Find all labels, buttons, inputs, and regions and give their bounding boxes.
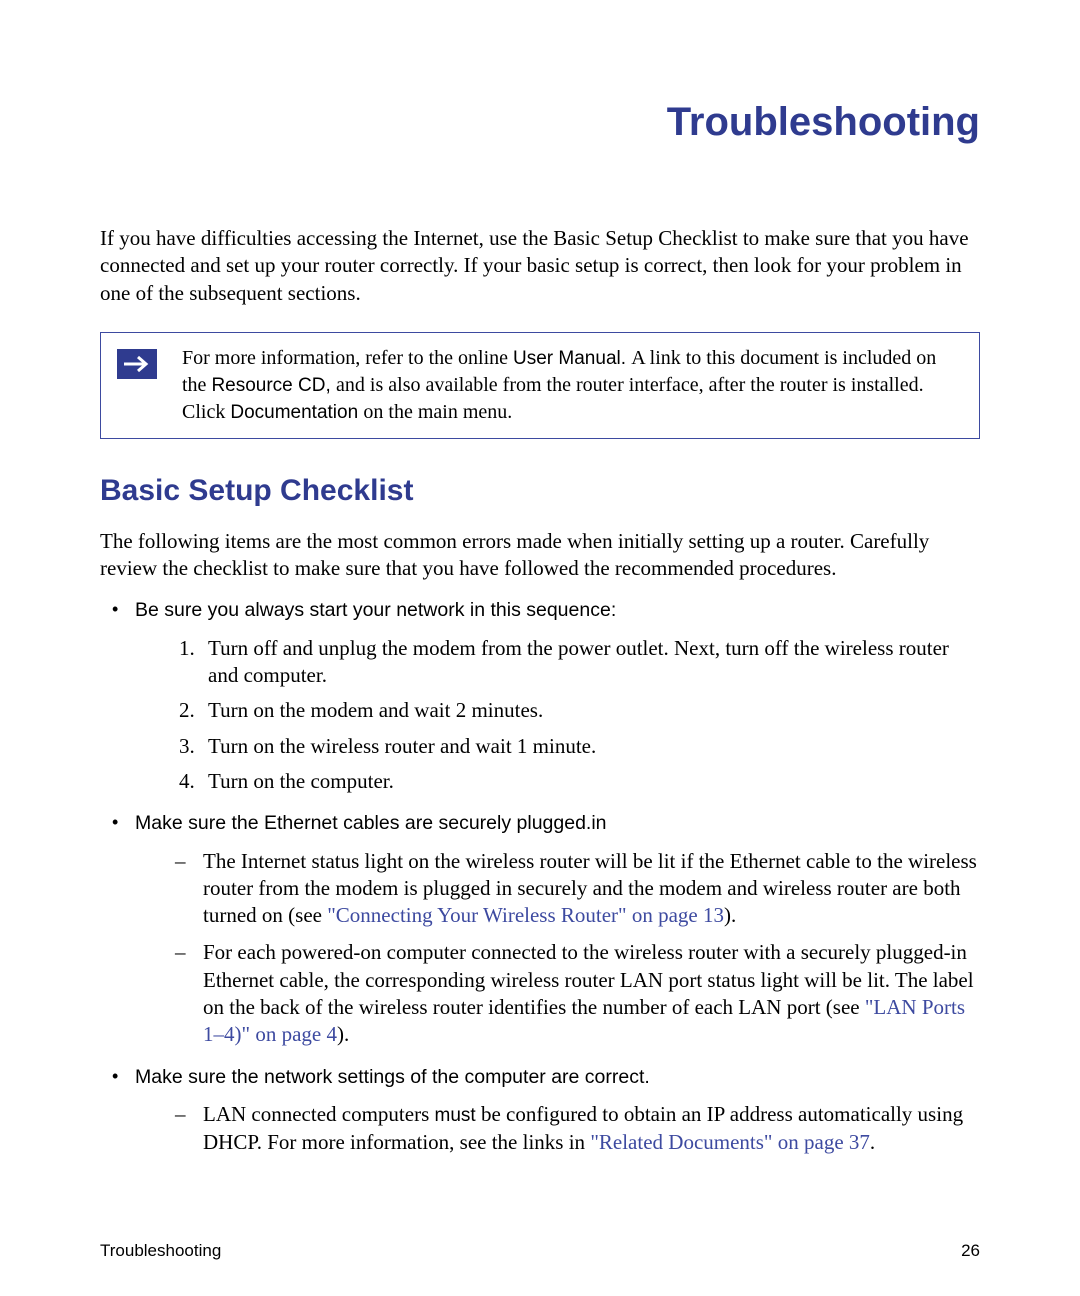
step-item: Turn on the wireless router and wait 1 m… <box>200 733 980 760</box>
step-item: Turn on the computer. <box>200 768 980 795</box>
sub-item: The Internet status light on the wireles… <box>175 848 980 930</box>
callout-text: For more information, refer to the onlin… <box>182 345 963 426</box>
bullet-text: Be sure you always start your network in… <box>135 599 616 621</box>
bullet-text: Make sure the Ethernet cables are secure… <box>135 812 607 834</box>
sub-list: LAN connected computers must be configur… <box>135 1101 980 1156</box>
text-segment: ). <box>724 903 736 927</box>
sub-item: LAN connected computers must be configur… <box>175 1101 980 1156</box>
cross-reference-link[interactable]: "Connecting Your Wireless Router" on pag… <box>327 903 724 927</box>
document-page: Troubleshooting If you have difficulties… <box>0 0 1080 1296</box>
footer-page-number: 26 <box>961 1241 980 1261</box>
section-heading: Basic Setup Checklist <box>100 474 980 508</box>
checklist: Be sure you always start your network in… <box>100 597 980 1155</box>
step-item: Turn off and unplug the modem from the p… <box>200 635 980 690</box>
documentation-label: Documentation <box>230 402 363 423</box>
info-callout: For more information, refer to the onlin… <box>100 332 980 439</box>
bullet-text: Make sure the network settings of the co… <box>135 1066 650 1088</box>
text-segment: . <box>870 1130 875 1154</box>
emphasis-must: must <box>435 1105 481 1126</box>
checklist-item: Be sure you always start your network in… <box>100 597 980 795</box>
callout-segment: on the main menu. <box>363 401 512 423</box>
sub-item: For each powered-on computer connected t… <box>175 939 980 1048</box>
step-item: Turn on the modem and wait 2 minutes. <box>200 697 980 724</box>
sub-list: The Internet status light on the wireles… <box>135 848 980 1049</box>
section-intro: The following items are the most common … <box>100 528 980 583</box>
callout-segment: For more information, refer to the onlin… <box>182 347 513 369</box>
cross-reference-link[interactable]: "Related Documents" on page 37 <box>590 1130 870 1154</box>
user-manual-label: User Manual. <box>513 348 631 369</box>
page-title: Troubleshooting <box>100 100 980 145</box>
intro-paragraph: If you have difficulties accessing the I… <box>100 225 980 307</box>
checklist-item: Make sure the Ethernet cables are secure… <box>100 810 980 1048</box>
resource-cd-label: Resource CD, <box>211 375 336 396</box>
text-segment: LAN connected computers <box>203 1102 435 1126</box>
page-footer: Troubleshooting 26 <box>100 1241 980 1261</box>
arrow-right-icon <box>117 349 157 379</box>
footer-section-name: Troubleshooting <box>100 1241 221 1261</box>
checklist-item: Make sure the network settings of the co… <box>100 1064 980 1156</box>
text-segment: ). <box>337 1022 349 1046</box>
sequence-steps: Turn off and unplug the modem from the p… <box>135 635 980 795</box>
text-segment: For each powered-on computer connected t… <box>203 940 974 1019</box>
